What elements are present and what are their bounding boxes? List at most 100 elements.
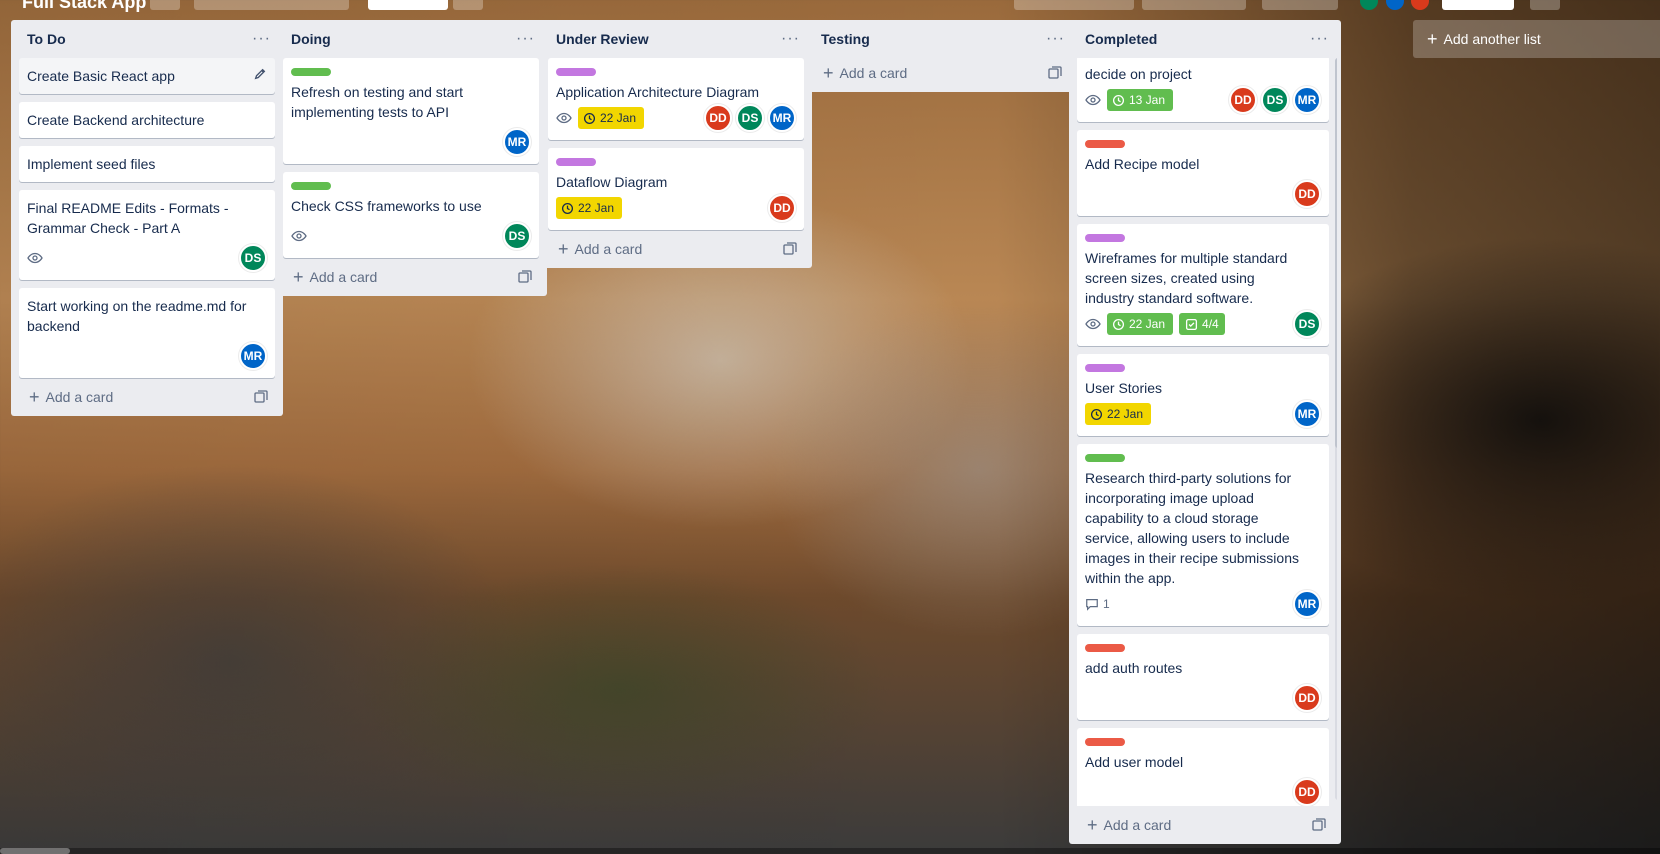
list-title[interactable]: To Do [27,31,66,47]
due-date-badge[interactable]: 22 Jan [1107,313,1174,335]
ellipsis-icon[interactable]: ··· [781,31,800,47]
list-title[interactable]: Under Review [556,31,649,47]
card-template-icon[interactable] [253,389,269,405]
member-avatar[interactable] [1411,0,1429,10]
ellipsis-icon[interactable]: ··· [1310,31,1329,47]
avatar[interactable]: DS [1293,310,1321,338]
scrollbar-thumb[interactable] [0,848,70,854]
ellipsis-icon[interactable]: ··· [1046,31,1065,47]
card-title: Wireframes for multiple standard screen … [1085,250,1288,306]
ellipsis-icon[interactable]: ··· [252,31,271,47]
plus-icon: + [293,267,304,287]
scrollbar-thumb[interactable] [1335,58,1337,448]
avatar[interactable]: DD [768,194,796,222]
card[interactable]: User Stories 22 Jan MR [1077,354,1329,436]
card[interactable]: Refresh on testing and start implementin… [283,58,539,164]
card[interactable]: Add user model DD [1077,728,1329,806]
board-menu-button[interactable] [1530,0,1560,10]
avatar[interactable]: DS [1261,86,1289,114]
filter-button[interactable] [1262,0,1338,10]
clock-icon [561,202,574,214]
card-label-purple[interactable] [1085,364,1125,372]
list-scrollbar[interactable] [1335,58,1337,800]
card[interactable]: Research third-party solutions for incor… [1077,444,1329,626]
avatar[interactable]: MR [1293,400,1321,428]
card-label-purple[interactable] [1085,234,1125,242]
add-card-button[interactable]: + Add a card [823,64,907,82]
card-label-red[interactable] [1085,140,1125,148]
due-date-badge[interactable]: 22 Jan [1085,403,1152,425]
card[interactable]: Check CSS frameworks to use DS [283,172,539,258]
add-card-button[interactable]: + Add a card [558,240,642,258]
card[interactable]: decide on project 13 Jan DD DS MR [1077,58,1329,122]
avatar[interactable]: MR [503,128,531,156]
card-label-green[interactable] [291,182,331,190]
avatar[interactable]: DD [1293,180,1321,208]
list-title[interactable]: Doing [291,31,331,47]
member-avatar[interactable] [1386,0,1404,10]
card[interactable]: Dataflow Diagram 22 Jan DD [548,148,804,230]
card[interactable]: Add Recipe model DD [1077,130,1329,216]
card-template-icon[interactable] [1311,817,1327,833]
card-template-icon[interactable] [1047,65,1063,81]
pencil-icon[interactable] [253,67,267,81]
card-label-green[interactable] [291,68,331,76]
avatar[interactable]: MR [239,342,267,370]
member-avatar[interactable] [1360,0,1378,10]
automation-button[interactable] [1142,0,1246,10]
eye-icon [556,112,572,124]
card[interactable]: Implement seed files [19,146,275,182]
card[interactable]: Start working on the readme.md for backe… [19,288,275,378]
avatar[interactable]: DS [736,104,764,132]
card-title: Create Backend architecture [27,112,205,128]
ellipsis-icon[interactable]: ··· [516,31,535,47]
avatar[interactable]: DD [1229,86,1257,114]
card[interactable]: Create Basic React app [19,58,275,94]
add-card-button[interactable]: + Add a card [293,268,377,286]
card-title: Implement seed files [27,156,156,172]
avatar[interactable]: DD [1293,778,1321,806]
workspace-button[interactable] [194,0,349,10]
add-card-button[interactable]: + Add a card [1087,816,1171,834]
card[interactable]: Final README Edits - Formats - Grammar C… [19,190,275,280]
avatar[interactable]: DS [503,222,531,250]
card-label-green[interactable] [1085,454,1125,462]
star-button[interactable] [150,0,180,10]
card[interactable]: Create Backend architecture [19,102,275,138]
card[interactable]: add auth routes DD [1077,634,1329,720]
card[interactable]: Application Architecture Diagram 22 Jan … [548,58,804,140]
avatar[interactable]: DD [1293,684,1321,712]
list-footer: + Add a card [283,258,539,296]
add-list-button[interactable]: + Add another list [1413,20,1660,58]
card-template-icon[interactable] [782,241,798,257]
add-card-label: Add a card [309,269,378,285]
list-cards-scroll[interactable]: decide on project 13 Jan DD DS MR Add Re… [1077,58,1337,806]
due-date-badge[interactable]: 13 Jan [1107,89,1174,111]
due-date-badge[interactable]: 22 Jan [556,197,623,219]
card-title: Create Basic React app [27,68,175,84]
list-title[interactable]: Testing [821,31,870,47]
card-label-purple[interactable] [556,158,596,166]
board-scrollbar[interactable] [0,848,1660,854]
avatar[interactable]: MR [1293,86,1321,114]
view-switch-button[interactable] [453,0,483,10]
share-button[interactable] [1442,0,1514,10]
add-card-button[interactable]: + Add a card [29,388,113,406]
avatar[interactable]: MR [768,104,796,132]
avatar[interactable]: MR [1293,590,1321,618]
card-label-red[interactable] [1085,644,1125,652]
clock-icon [1112,318,1125,330]
power-ups-button[interactable] [1014,0,1134,10]
card-label-purple[interactable] [556,68,596,76]
avatar[interactable]: DS [239,244,267,272]
add-card-label: Add a card [1103,817,1172,833]
card[interactable]: Wireframes for multiple standard screen … [1077,224,1329,346]
list-title[interactable]: Completed [1085,31,1157,47]
card-label-red[interactable] [1085,738,1125,746]
list-header: Doing ··· [283,20,539,58]
board-title[interactable]: Full Stack App [22,0,146,13]
board-view-button[interactable] [368,0,448,10]
due-date-badge[interactable]: 22 Jan [578,107,645,129]
card-template-icon[interactable] [517,269,533,285]
avatar[interactable]: DD [704,104,732,132]
